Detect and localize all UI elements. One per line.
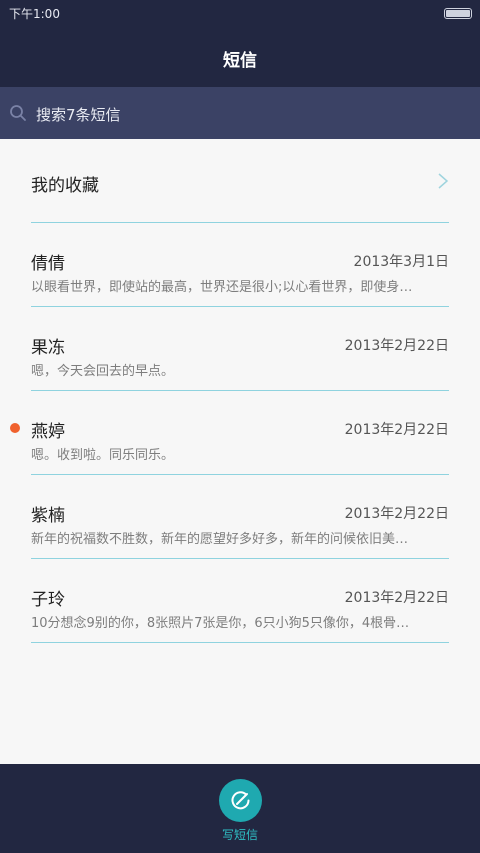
- contact-name: 紫楠: [31, 506, 65, 526]
- status-time: 下午1:00: [9, 7, 60, 21]
- conversation-row[interactable]: 果冻 2013年2月22日嗯，今天会回去的早点。: [0, 307, 480, 391]
- divider: [31, 642, 449, 643]
- conversation-row[interactable]: 倩倩 2013年3月1日以眼看世界，即使站的最高，世界还是很小;以心看世界，即使身…: [0, 223, 480, 307]
- conversation-list: 我的收藏 倩倩 2013年3月1日以眼看世界，即使站的最高，世界还是很小;以心看世…: [0, 139, 480, 643]
- message-preview: 10分想念9别的你，8张照片7张是你，6只小狗5只像你，4根骨…: [31, 616, 410, 631]
- message-preview: 嗯。收到啦。同乐同乐。: [31, 448, 175, 463]
- page-title: 短信: [223, 51, 257, 71]
- search-icon: [10, 105, 26, 121]
- contact-name: 燕婷: [31, 422, 65, 442]
- message-date: 2013年3月1日: [353, 254, 449, 270]
- chevron-right-icon: [438, 173, 449, 189]
- contact-name: 子玲: [31, 590, 65, 610]
- search-bar[interactable]: 搜索7条短信: [0, 87, 480, 139]
- message-preview: 新年的祝福数不胜数，新年的愿望好多好多，新年的问候依旧美…: [31, 532, 409, 547]
- message-date: 2013年2月22日: [344, 590, 449, 606]
- contact-name: 倩倩: [31, 254, 65, 274]
- compose-label: 写短信: [221, 828, 258, 842]
- search-input[interactable]: 搜索7条短信: [36, 104, 121, 125]
- contact-name: 果冻: [31, 338, 65, 358]
- message-date: 2013年2月22日: [344, 338, 449, 354]
- unread-dot: [10, 423, 20, 433]
- message-date: 2013年2月22日: [344, 422, 449, 438]
- favorites-label: 我的收藏: [31, 176, 99, 196]
- message-date: 2013年2月22日: [344, 506, 449, 522]
- message-preview: 嗯，今天会回去的早点。: [31, 364, 175, 379]
- conversation-row[interactable]: 紫楠 2013年2月22日新年的祝福数不胜数，新年的愿望好多好多，新年的问候依旧美…: [0, 475, 480, 559]
- message-preview: 以眼看世界，即使站的最高，世界还是很小;以心看世界，即使身…: [31, 280, 413, 295]
- compose-icon: [231, 791, 250, 810]
- conversation-row[interactable]: 子玲 2013年2月22日 10分想念9别的你，8张照片7张是你，6只小狗5只像你，…: [0, 559, 480, 643]
- compose-button[interactable]: [219, 779, 262, 822]
- favorites-row[interactable]: 我的收藏: [0, 139, 480, 223]
- top-bar: 下午1:00 短信: [0, 0, 480, 87]
- bottom-bar: 写短信: [0, 764, 480, 853]
- status-bar: 下午1:00: [0, 0, 480, 26]
- battery-icon: [444, 8, 472, 19]
- conversation-row[interactable]: 燕婷 2013年2月22日嗯。收到啦。同乐同乐。: [0, 391, 480, 475]
